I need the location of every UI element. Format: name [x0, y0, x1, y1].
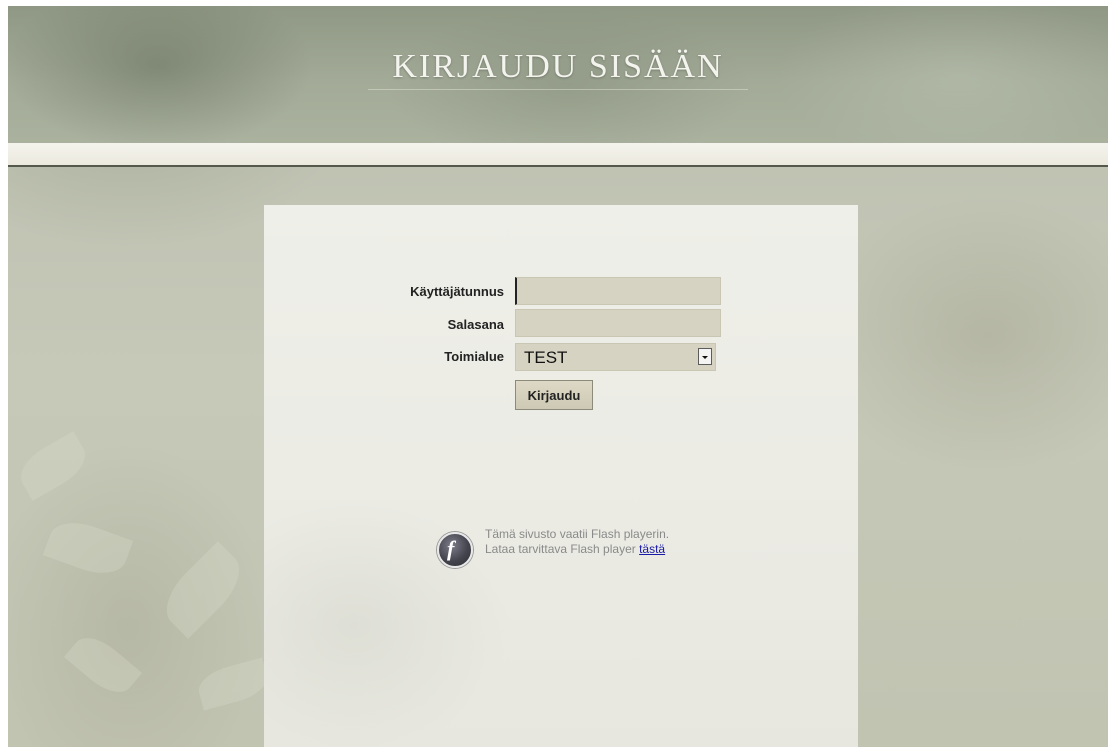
domain-label: Toimialue [444, 349, 504, 364]
title-decoration [368, 89, 748, 90]
header-divider [8, 165, 1108, 167]
leaf-decoration [42, 513, 134, 583]
login-button[interactable]: Kirjaudu [515, 380, 593, 410]
flash-notice-line1: Tämä sivusto vaatii Flash playerin. [485, 527, 670, 541]
flash-player-icon: f [437, 532, 473, 568]
header-band [8, 143, 1108, 165]
chevron-down-icon[interactable] [698, 348, 712, 365]
leaf-decoration [194, 657, 272, 711]
domain-select[interactable]: TEST [515, 343, 716, 371]
password-label: Salasana [447, 317, 504, 332]
login-panel: Käyttäjätunnus Salasana Toimialue TEST K… [264, 205, 858, 747]
page-title: KIRJAUDU SISÄÄN [392, 48, 724, 85]
login-page: KIRJAUDU SISÄÄN Käyttäjätunnus Salasana … [8, 6, 1108, 747]
leaf-decoration [154, 541, 252, 639]
leaf-decoration [63, 627, 143, 703]
flash-notice-text: Lataa tarvittava Flash player [485, 542, 636, 556]
flash-notice: Tämä sivusto vaatii Flash playerin. Lata… [485, 527, 669, 557]
leaf-decoration [12, 431, 94, 501]
username-input[interactable] [515, 277, 721, 305]
password-input[interactable] [515, 309, 721, 337]
flash-download-link[interactable]: tästä [639, 542, 665, 556]
page-header: KIRJAUDU SISÄÄN [8, 6, 1108, 143]
domain-select-value: TEST [524, 348, 568, 367]
username-label: Käyttäjätunnus [410, 284, 504, 299]
flash-notice-line2: Lataa tarvittava Flash player tästä [485, 542, 669, 557]
